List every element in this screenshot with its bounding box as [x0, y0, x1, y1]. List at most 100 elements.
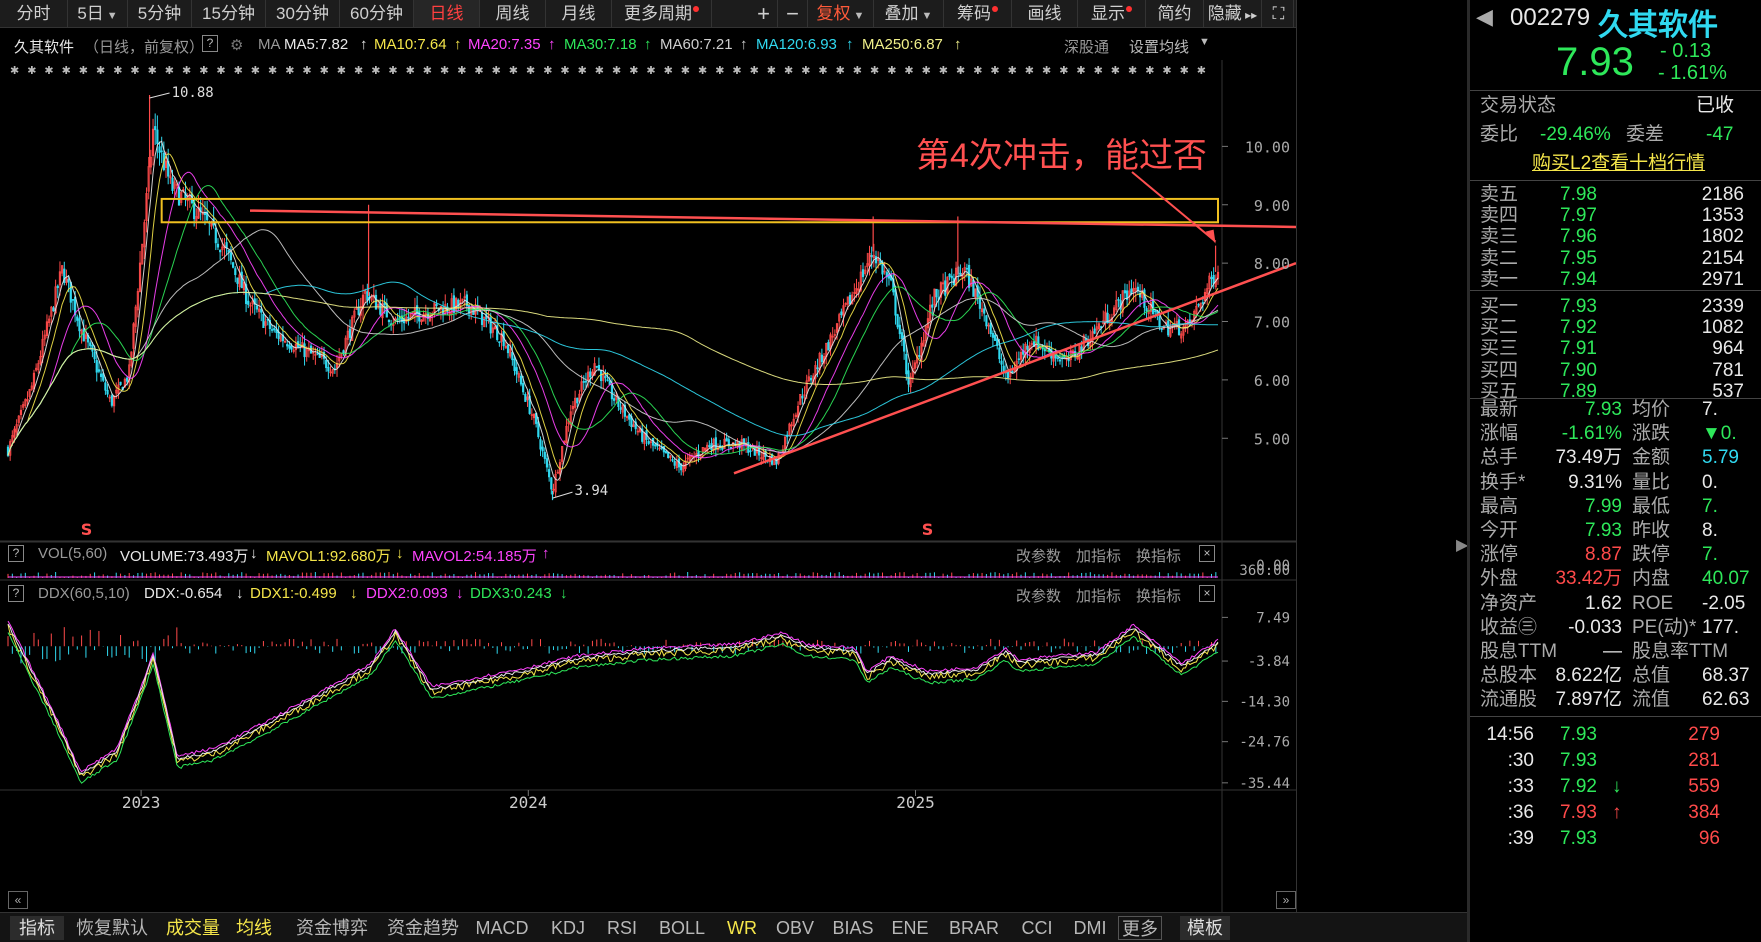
candle-body [52, 307, 55, 312]
candle-body [513, 358, 516, 372]
toolbar-button[interactable]: 画线 [1012, 0, 1078, 27]
template-button[interactable]: 模板 [1180, 916, 1230, 940]
expand-arrows-icon: ▸▸ [1241, 8, 1258, 22]
vol-edit-params-button[interactable]: 改参数 [1016, 545, 1061, 566]
candle-body [286, 344, 289, 347]
ddx-add-indicator-button[interactable]: 加指标 [1076, 585, 1121, 606]
toolbar-button[interactable]: − [778, 0, 808, 27]
candle-body [985, 315, 988, 327]
toolbar-button[interactable]: + [750, 0, 778, 27]
l2-purchase-link[interactable]: 购买L2查看十档行情 [1532, 151, 1705, 177]
ob-volume: 1802 [1701, 226, 1744, 248]
kline-chart[interactable]: ✱ ✱ ✱ ✱ ✱ ✱ ✱ ✱ ✱ ✱ ✱ ✱ ✱ ✱ ✱ ✱ ✱ ✱ ✱ ✱ ✱ ✱ ✱ ✱ ✱ ✱ ✱ ✱ ✱ ✱ ✱ ✱ ✱ ✱ ✱ ✱ ✱ ✱ ✱ ✱… [0, 60, 1296, 912]
event-strip-icon: ✱ [836, 65, 845, 77]
event-strip-icon: ✱ [715, 65, 724, 77]
gear-icon[interactable]: ⚙ [230, 36, 243, 54]
indicator-tab[interactable]: 资金博弈 [290, 916, 374, 940]
toolbar-button[interactable]: 简约 [1146, 0, 1204, 27]
candle-body [827, 342, 830, 351]
indicator-tab[interactable]: BIAS [830, 916, 876, 940]
event-strip-icon: ✱ [130, 65, 139, 77]
event-marker-icon[interactable]: S [922, 520, 934, 539]
ddx2-line [7, 620, 1219, 773]
candle-body [171, 177, 174, 191]
ddx-edit-params-button[interactable]: 改参数 [1016, 585, 1061, 606]
indicator-tab[interactable]: 更多 [1118, 916, 1162, 940]
collapse-panel-icon[interactable]: ▶ [1456, 528, 1468, 564]
chevron-down-icon[interactable]: ▼ [1199, 36, 1210, 48]
candle-body [110, 395, 113, 406]
event-strip-icon: ✱ [784, 65, 793, 77]
candle-body [1188, 319, 1191, 322]
period-tab[interactable]: 日线 [414, 0, 480, 27]
scroll-right-icon[interactable]: » [1276, 891, 1296, 909]
ddx-switch-indicator-button[interactable]: 换指标 [1136, 585, 1181, 606]
indicator-tab[interactable]: ENE [886, 916, 934, 940]
volume-value: VOLUME:73.493万 [120, 548, 249, 565]
indicator-tab[interactable]: 成交量 [160, 916, 226, 940]
candle-body [435, 304, 438, 306]
ma60-up-arrow: ↑ [740, 36, 748, 53]
indicator-tab[interactable]: 均线 [234, 916, 274, 940]
indicator-tab[interactable]: CCI [1018, 916, 1056, 940]
ma120-value: MA120:6.93 [756, 36, 837, 53]
hk-connect-link[interactable]: 深股通 [1064, 36, 1109, 57]
mavol2-value: MAVOL2:54.185万 [412, 548, 537, 565]
price-tick-label: 10.00 [1245, 138, 1290, 156]
indicator-tab[interactable]: WR [726, 916, 758, 940]
ob-label: 卖二 [1480, 247, 1519, 269]
period-tab[interactable]: 15分钟 [192, 0, 266, 27]
back-arrow-icon[interactable]: ◀ [1476, 4, 1496, 32]
event-strip-icon: ✱ [492, 65, 501, 77]
period-tab[interactable]: 更多周期 [612, 0, 712, 27]
candle-body [993, 335, 997, 341]
set-ma-button[interactable]: 设置均线 [1129, 36, 1189, 57]
indicator-tab[interactable]: 资金趋势 [382, 916, 464, 940]
vol-close-icon[interactable]: × [1199, 545, 1215, 562]
ddx-close-icon[interactable]: × [1199, 585, 1215, 602]
indicator-tab[interactable]: 恢复默认 [70, 916, 154, 940]
toolbar-button[interactable]: 复权 ▼ [808, 0, 874, 27]
indicator-tab[interactable]: RSI [604, 916, 640, 940]
indicator-tab[interactable]: 指标 [10, 916, 64, 940]
event-strip-icon: ✱ [406, 65, 415, 77]
period-tab[interactable]: 5日 ▼ [68, 0, 128, 27]
ddx-tick-label: -35.44 [1239, 776, 1290, 792]
period-tab[interactable]: 5分钟 [128, 0, 192, 27]
event-marker-icon[interactable]: S [81, 520, 93, 539]
ob-volume: 2154 [1701, 247, 1744, 269]
indicator-tab[interactable]: DMI [1070, 916, 1110, 940]
ma10-up-arrow: ↑ [454, 36, 462, 53]
period-tab[interactable]: 周线 [480, 0, 546, 27]
indicator-tab[interactable]: BOLL [652, 916, 712, 940]
event-strip-icon: ✱ [182, 65, 191, 77]
indicator-tab[interactable]: BRAR [946, 916, 1002, 940]
toolbar-button[interactable]: 隐藏 ▸▸ [1204, 0, 1262, 27]
scroll-left-icon[interactable]: « [8, 891, 28, 909]
vol-switch-indicator-button[interactable]: 换指标 [1136, 545, 1181, 566]
toolbar-button[interactable]: 筹码 [944, 0, 1012, 27]
help-button[interactable]: ? [202, 35, 218, 52]
toolbar-button[interactable]: 显示 [1078, 0, 1146, 27]
event-strip-icon: ✱ [1008, 65, 1017, 77]
candle-body [543, 451, 546, 459]
candle-body [820, 354, 823, 362]
period-tab[interactable]: 60分钟 [340, 0, 414, 27]
period-tab[interactable]: 月线 [546, 0, 612, 27]
period-tab[interactable]: 30分钟 [266, 0, 340, 27]
indicator-tab[interactable]: OBV [770, 916, 820, 940]
ddx-help-button[interactable]: ? [8, 585, 24, 602]
event-strip-icon: ✱ [1042, 65, 1051, 77]
ma5-value: MA5:7.82 [284, 36, 349, 53]
quote-value: 5.79 [1702, 447, 1739, 469]
candle-body [662, 446, 665, 453]
fullscreen-icon[interactable]: ⛶ [1264, 0, 1294, 27]
indicator-tab[interactable]: MACD [472, 916, 532, 940]
vol-help-button[interactable]: ? [8, 545, 24, 562]
low-label: 3.94 [575, 483, 609, 499]
period-tab[interactable]: 分时 [0, 0, 68, 27]
candle-body [894, 289, 897, 316]
indicator-tab[interactable]: KDJ [546, 916, 590, 940]
vol-add-indicator-button[interactable]: 加指标 [1076, 545, 1121, 566]
toolbar-button[interactable]: 叠加 ▼ [874, 0, 944, 27]
